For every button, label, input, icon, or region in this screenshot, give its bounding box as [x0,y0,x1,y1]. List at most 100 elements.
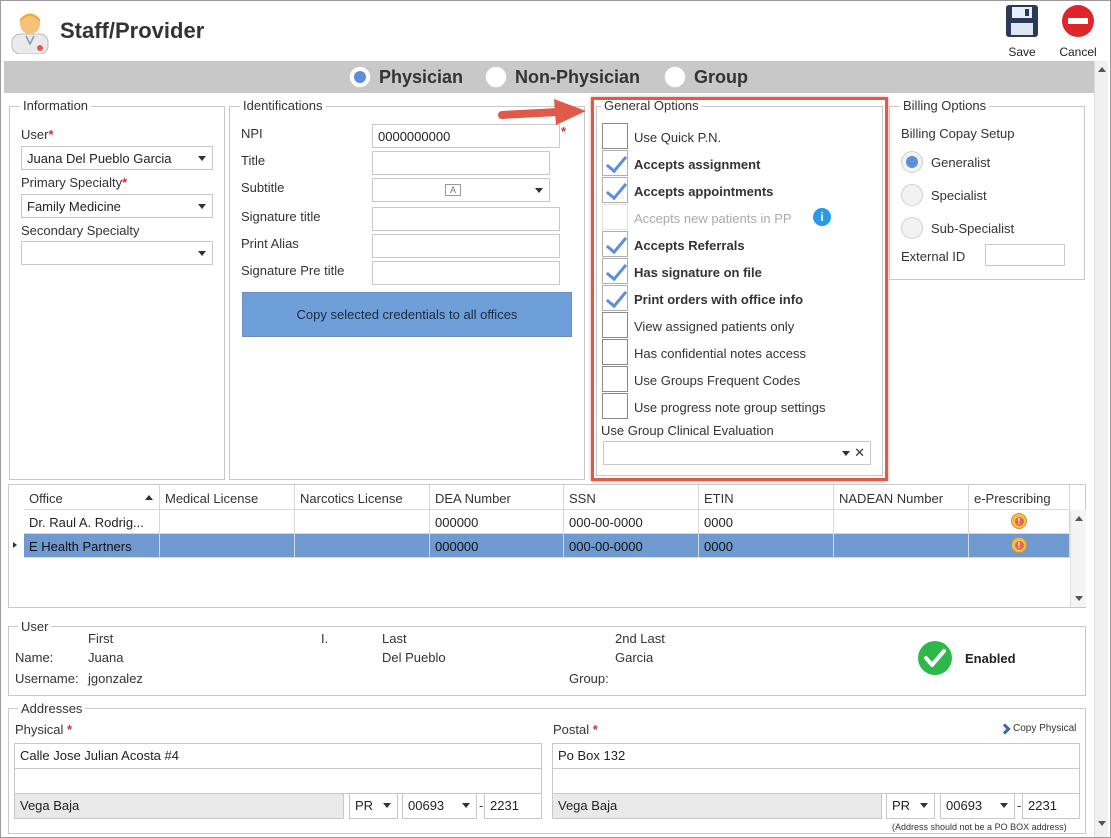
postal-line2-input[interactable] [552,768,1080,794]
provider-type-non-physician[interactable]: Non-Physician [485,61,640,93]
secondary-specialty-select[interactable] [21,241,213,265]
secondary-specialty-label: Secondary Specialty [21,223,140,238]
copy-physical-button[interactable]: Copy Physical [999,722,1076,735]
postal-label: Postal [553,722,590,737]
billing-options-legend: Billing Options [900,98,990,113]
last-header: Last [382,631,407,646]
column-header-dea-number[interactable]: DEA Number [430,485,564,510]
provider-type-group[interactable]: Group [664,61,748,93]
column-header-nadean-number[interactable]: NADEAN Number [834,485,969,510]
physical-zip-select[interactable]: 00693 [402,793,477,819]
physical-zip4-input[interactable]: 2231 [484,793,542,819]
postal-state-select[interactable]: PR [886,793,935,819]
physical-field-label: Physical * [15,722,72,737]
user-field-label: User* [21,127,54,142]
radio-unselected-icon [485,66,507,88]
billing-radio-sub-specialist[interactable] [901,217,923,239]
print-alias-label: Print Alias [241,236,299,251]
table-cell: 0000 [699,510,834,534]
window-scrollbar[interactable] [1094,61,1108,837]
signature-pre-title-input[interactable] [372,261,560,285]
column-header-narcotics-license[interactable]: Narcotics License [295,485,430,510]
zip-separator: - [479,798,484,813]
postal-line1-input[interactable]: Po Box 132 [552,743,1080,769]
scroll-down-icon[interactable] [1098,821,1106,826]
billing-option-label: Generalist [931,155,991,170]
copy-credentials-button[interactable]: Copy selected credentials to all offices [242,292,572,337]
table-cell: 000-00-0000 [564,534,699,558]
signature-title-label: Signature title [241,209,321,224]
title-input[interactable] [372,151,550,175]
postal-zip4-value: 2231 [1028,798,1057,813]
postal-city-input[interactable]: Vega Baja [552,793,882,819]
physical-line1-input[interactable]: Calle Jose Julian Acosta #4 [14,743,542,769]
signature-title-input[interactable] [372,207,560,231]
status-badge: Enabled [965,651,1016,666]
subtitle-select[interactable]: A [372,178,550,202]
postal-state-value: PR [892,798,911,813]
table-cell: 000000 [430,534,564,558]
chevron-down-icon [383,803,391,808]
table-cell: 0000 [699,534,834,558]
column-header-etin[interactable]: ETIN [699,485,834,510]
e-prescribing-cell: ! [969,510,1070,534]
save-button[interactable]: Save [1000,4,1044,59]
billing-copay-label: Billing Copay Setup [901,126,1015,141]
billing-radio-generalist[interactable] [901,151,923,173]
postal-zip-select[interactable]: 00693 [940,793,1015,819]
table-scrollbar[interactable] [1070,510,1086,607]
billing-option-label: Specialist [931,188,987,203]
physical-city-value: Vega Baja [20,798,80,813]
physical-label: Physical [15,722,64,737]
table-cell [834,510,969,534]
required-asterisk: * [122,175,128,190]
column-header-ssn[interactable]: SSN [564,485,699,510]
postal-zip4-input[interactable]: 2231 [1022,793,1080,819]
cancel-button[interactable]: Cancel [1056,4,1100,59]
column-header-medical-license[interactable]: Medical License [160,485,295,510]
cancel-icon [1062,5,1094,37]
physical-line2-input[interactable] [14,768,542,794]
external-id-input[interactable] [985,244,1065,266]
npi-input[interactable]: 0000000000 [372,124,560,148]
addresses-legend: Addresses [18,701,86,716]
column-header-e-prescribing[interactable]: e-Prescribing [969,485,1070,510]
table-cell: Dr. Raul A. Rodrig... [24,510,160,534]
second-last-name-value: Garcia [615,650,654,665]
table-row[interactable]: E Health Partners 000000 000-00-0000 000… [9,534,1070,558]
provider-type-physician[interactable]: Physician [349,61,463,93]
primary-specialty-label: Primary Specialty [21,175,123,190]
required-asterisk: * [48,127,54,142]
name-label: Name: [15,650,54,665]
billing-radio-specialist[interactable] [901,184,923,206]
chevron-right-icon [999,722,1011,735]
title-label: Title [241,153,266,168]
chevron-down-icon [535,188,543,193]
scroll-up-icon[interactable] [1075,516,1083,521]
group-label: Group: [569,671,609,686]
physical-zip-value: 00693 [408,798,445,813]
postal-zip-value: 00693 [946,798,983,813]
primary-specialty-select[interactable]: Family Medicine [21,194,213,218]
column-header-office[interactable]: Office [24,485,160,510]
table-cell [834,534,969,558]
provider-type-label: Physician [379,66,464,87]
radio-selected-icon [349,66,371,88]
table-row[interactable]: Dr. Raul A. Rodrig... 000000 000-00-0000… [9,510,1070,534]
identifications-legend: Identifications [240,98,326,113]
warning-icon: ! [1011,513,1027,529]
user-legend: User [18,619,52,634]
scroll-down-icon[interactable] [1075,596,1083,601]
save-label: Save [1008,45,1036,59]
print-alias-input[interactable] [372,234,560,258]
chevron-down-icon [198,251,206,256]
required-asterisk: * [67,722,73,737]
row-indicator-icon [13,542,17,548]
npi-label: NPI [241,126,263,141]
physical-state-select[interactable]: PR [349,793,398,819]
user-select[interactable]: Juana Del Pueblo Garcia [21,146,213,170]
red-arrow-icon [498,99,586,125]
warning-icon: ! [1011,537,1027,553]
physical-city-input[interactable]: Vega Baja [14,793,344,819]
scroll-up-icon[interactable] [1098,67,1106,72]
